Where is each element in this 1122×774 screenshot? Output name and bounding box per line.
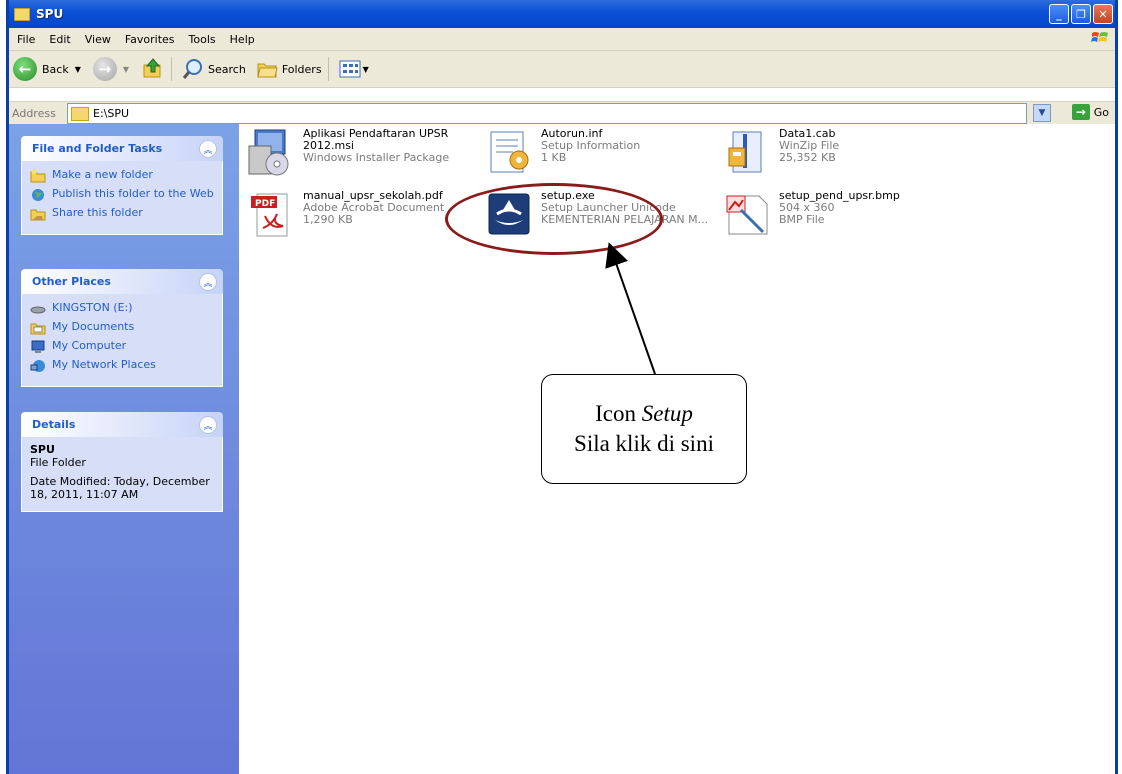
- callout-line1: Icon Setup: [595, 399, 693, 429]
- instruction-callout: Icon Setup Sila klik di sini: [541, 374, 747, 484]
- callout-line2: Sila klik di sini: [574, 431, 714, 456]
- callout-italic: Setup: [641, 401, 693, 426]
- callout-prefix: Icon: [595, 401, 642, 426]
